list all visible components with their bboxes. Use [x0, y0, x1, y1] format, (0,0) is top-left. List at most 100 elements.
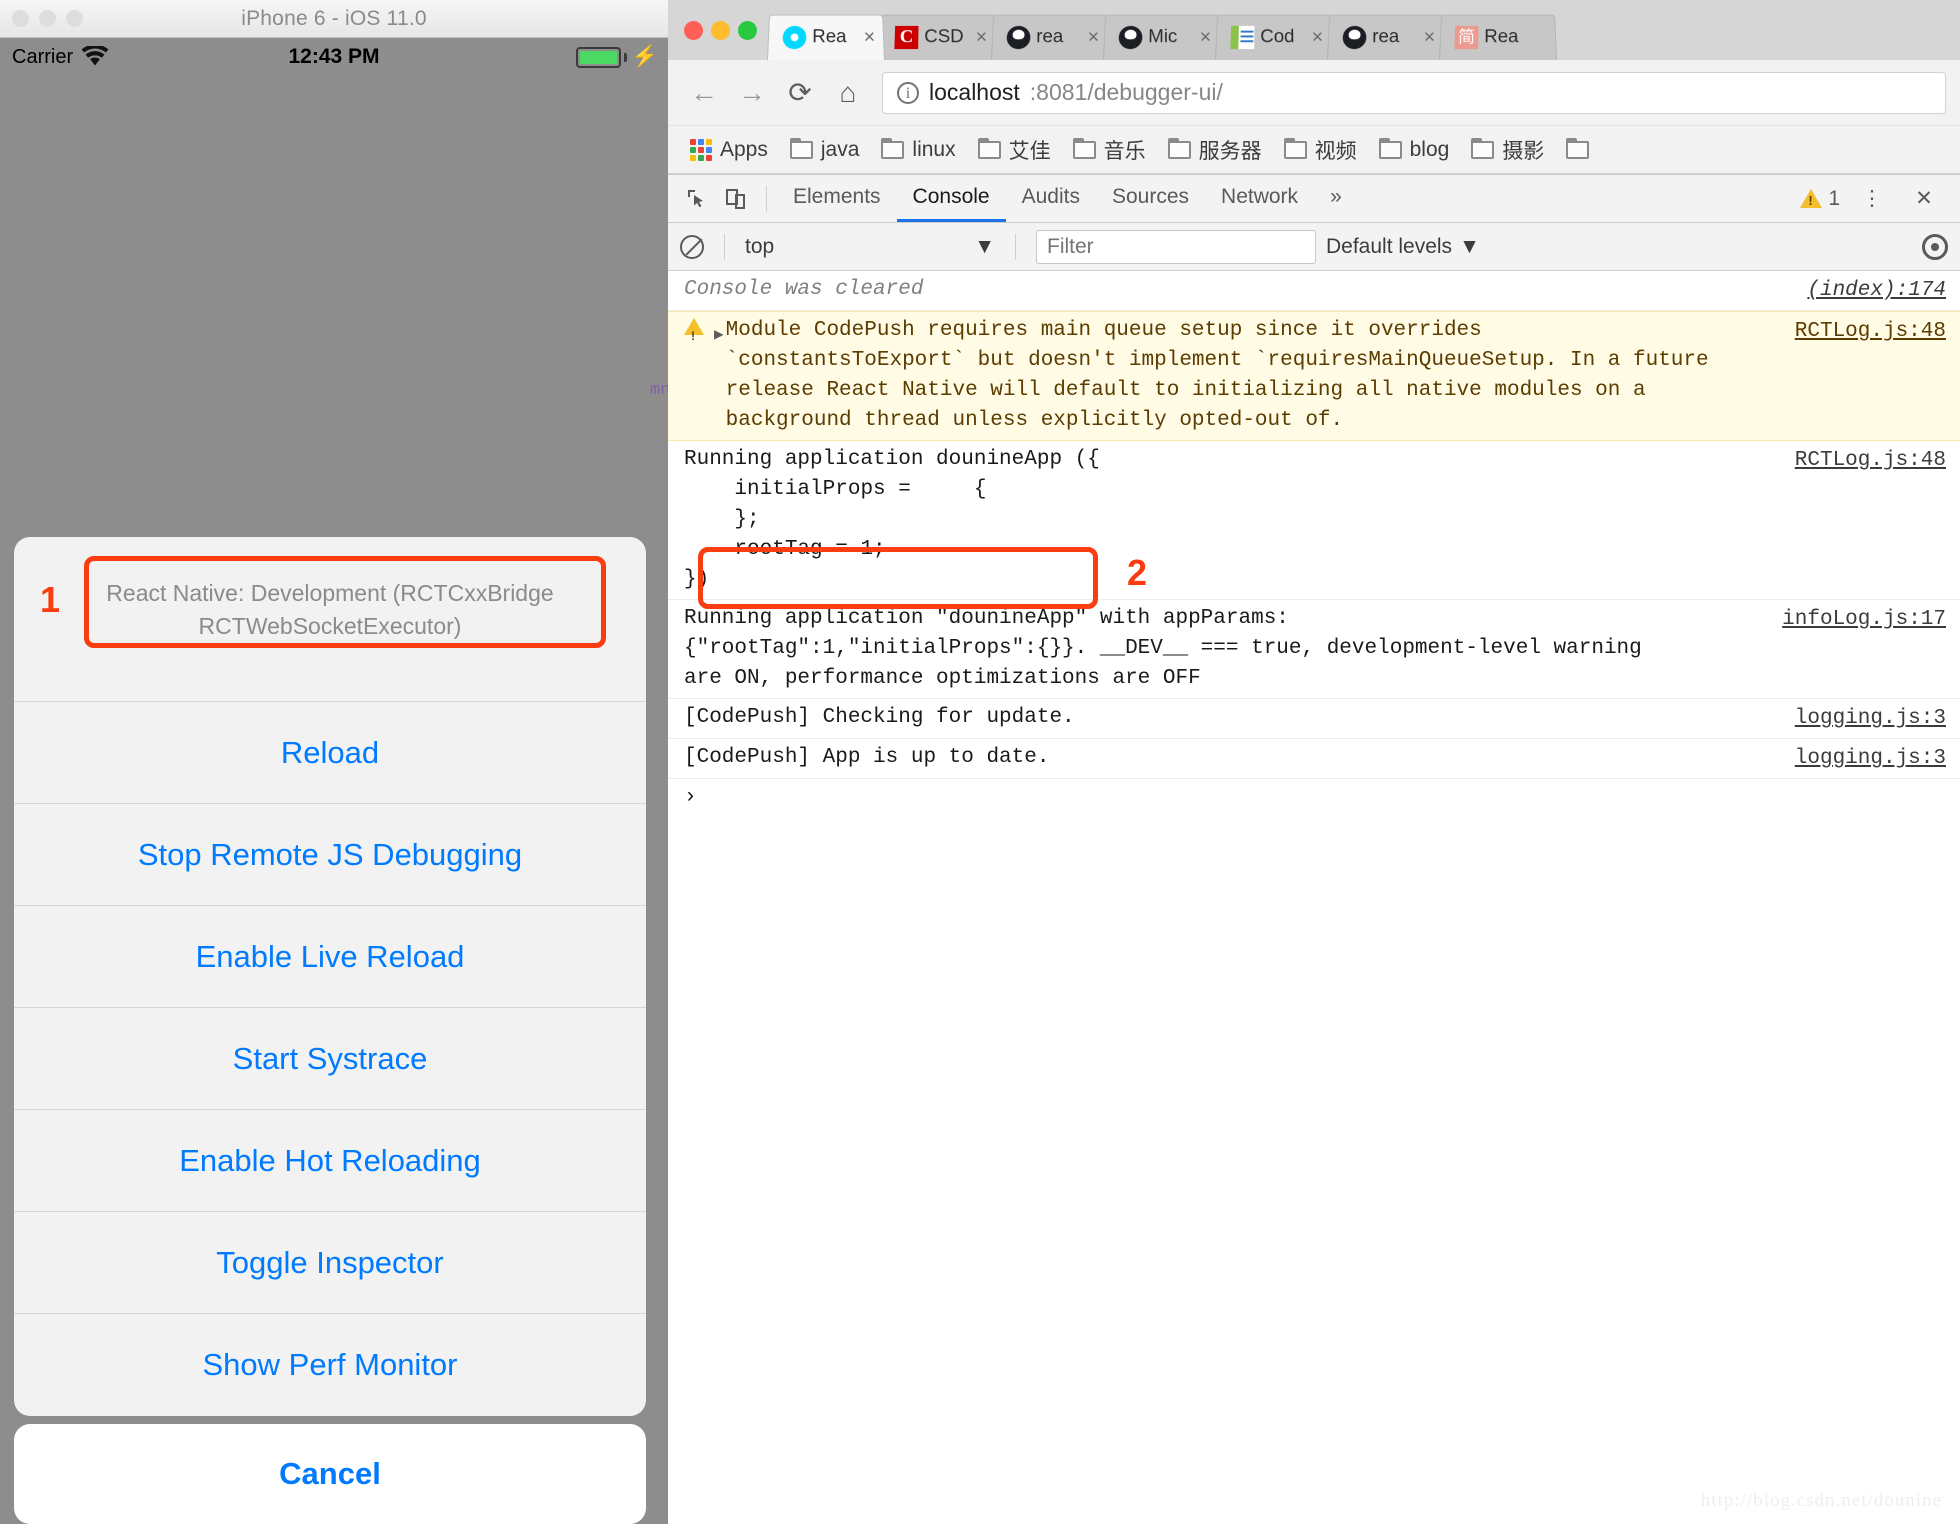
status-time: 12:43 PM [288, 45, 380, 68]
browser-tab-github-1[interactable]: rea × [991, 14, 1109, 61]
action-sheet-cancel-button[interactable]: Cancel [14, 1424, 646, 1524]
bookmark-photography[interactable]: 摄影 [1463, 131, 1552, 169]
warning-triangle-icon [1800, 189, 1823, 208]
browser-zoom-button[interactable] [738, 20, 757, 40]
home-button[interactable]: ⌂ [826, 71, 870, 115]
console-prompt[interactable]: › [668, 779, 1960, 817]
action-item-label: Show Perf Monitor [202, 1347, 458, 1382]
background-code-peek: mnsbtae;sidclwn [650, 381, 668, 400]
console-message: Running application dounineApp ({ initia… [684, 448, 1100, 591]
tab-close-icon[interactable]: × [1421, 26, 1435, 48]
github-icon [1342, 25, 1367, 50]
bookmark-label: 视频 [1314, 139, 1357, 163]
console-levels-selector[interactable]: Default levels ▼ [1326, 235, 1480, 259]
address-bar[interactable]: i localhost:8081/debugger-ui/ [882, 71, 1946, 114]
bookmarks-bar: Apps java linux 艾佳 音乐 服务器 视频 blog 摄影 [668, 126, 1960, 174]
devtools-tab-network[interactable]: Network [1205, 176, 1314, 222]
console-source-link[interactable]: RCTLog.js:48 [1795, 316, 1946, 347]
info-icon[interactable]: i [897, 81, 919, 104]
tab-title: CSD [924, 26, 964, 48]
bookmark-aijia[interactable]: 艾佳 [970, 131, 1059, 169]
console-context-value: top [745, 234, 775, 258]
bookmark-apps[interactable]: Apps [682, 134, 776, 166]
devtools-more-tabs-button[interactable]: » [1314, 176, 1358, 222]
tab-close-icon[interactable]: × [1197, 26, 1211, 48]
bookmark-overflow[interactable] [1558, 137, 1597, 163]
console-source-link[interactable]: infoLog.js:17 [1782, 604, 1946, 635]
github-icon [1006, 25, 1031, 50]
browser-minimize-button[interactable] [711, 20, 730, 40]
action-sheet-header: React Native: Development (RCTCxxBridge … [14, 537, 646, 702]
console-context-selector[interactable]: top ▼ [745, 235, 995, 259]
devtools-tab-elements[interactable]: Elements [777, 176, 897, 222]
bookmark-video[interactable]: 视频 [1276, 131, 1365, 169]
filter-divider-2 [1015, 233, 1016, 260]
browser-tab-react[interactable]: Rea × [767, 14, 885, 61]
browser-tab-code[interactable]: Cod × [1215, 14, 1333, 61]
console-filter-input[interactable] [1036, 229, 1316, 264]
action-sheet-item-reload[interactable]: Reload [14, 702, 646, 804]
action-sheet-item-toggle-inspector[interactable]: Toggle Inspector [14, 1212, 646, 1314]
forward-button[interactable]: → [730, 71, 774, 115]
tab-title: Cod [1260, 26, 1295, 48]
browser-close-button[interactable] [684, 20, 703, 40]
action-sheet-item-enable-live-reload[interactable]: Enable Live Reload [14, 906, 646, 1008]
bookmark-linux[interactable]: linux [873, 134, 963, 166]
expand-arrow-icon[interactable]: ▶ [714, 318, 724, 350]
console-source-link[interactable]: RCTLog.js:48 [1795, 445, 1946, 476]
reload-button[interactable]: ⟳ [778, 71, 822, 115]
bookmark-music[interactable]: 音乐 [1065, 131, 1154, 169]
bookmark-label: 服务器 [1198, 139, 1262, 163]
annotation-number-2: 2 [1127, 552, 1148, 593]
console-source-link[interactable]: logging.js:3 [1795, 743, 1946, 774]
bookmark-label: 音乐 [1103, 139, 1146, 163]
folder-icon [1378, 137, 1402, 159]
action-sheet-item-stop-remote-js-debugging[interactable]: Stop Remote JS Debugging [14, 804, 646, 906]
action-sheet-item-start-systrace[interactable]: Start Systrace [14, 1008, 646, 1110]
device-toolbar-icon[interactable] [716, 179, 756, 219]
console-output[interactable]: Console was cleared (index):174 ▶ Module… [668, 271, 1960, 1524]
tab-close-icon[interactable]: × [1085, 26, 1099, 48]
inspect-element-icon[interactable] [676, 179, 716, 219]
back-button[interactable]: ← [682, 71, 726, 115]
action-sheet-item-enable-hot-reloading[interactable]: Enable Hot Reloading [14, 1110, 646, 1212]
browser-tab-jianshu[interactable]: 简 Rea [1439, 14, 1557, 61]
close-icon[interactable]: ✕ [1904, 179, 1944, 219]
clear-console-icon[interactable] [680, 234, 704, 259]
console-source-link[interactable]: logging.js:3 [1795, 703, 1946, 734]
console-row-codepush-checking: [CodePush] Checking for update. logging.… [668, 699, 1960, 739]
bookmark-label: 摄影 [1502, 139, 1545, 163]
bookmark-label: linux [912, 137, 956, 161]
action-sheet-item-show-perf-monitor[interactable]: Show Perf Monitor [14, 1314, 646, 1416]
action-item-label: Start Systrace [232, 1040, 428, 1076]
warning-triangle-icon [684, 318, 704, 351]
devtools-tab-audits[interactable]: Audits [1006, 176, 1096, 222]
console-levels-label: Default levels [1326, 234, 1453, 258]
gear-icon[interactable] [1922, 233, 1948, 260]
devtools-tab-console[interactable]: Console [896, 176, 1006, 222]
browser-traffic-lights[interactable] [678, 0, 767, 60]
url-path: :8081/debugger-ui/ [1029, 79, 1223, 105]
tab-close-icon[interactable]: × [973, 26, 987, 48]
console-source-link[interactable]: (index):174 [1807, 275, 1946, 306]
devtools-tab-sources[interactable]: Sources [1096, 176, 1205, 222]
battery-icon [575, 46, 621, 68]
devtools-tab-bar: Elements Console Audits Sources Network … [668, 175, 1960, 223]
toolbar-divider [766, 185, 767, 212]
tab-close-icon[interactable]: × [861, 26, 875, 48]
bookmark-blog[interactable]: blog [1371, 134, 1458, 166]
browser-tab-csdn[interactable]: C CSD × [879, 14, 997, 61]
bookmark-java[interactable]: java [782, 134, 868, 166]
bookmark-label: java [820, 137, 860, 161]
lightning-bolt-icon: ⚡ [631, 45, 658, 68]
bookmark-server[interactable]: 服务器 [1160, 131, 1270, 169]
browser-tab-github-3[interactable]: rea × [1327, 14, 1445, 61]
tab-close-icon[interactable]: × [1309, 26, 1323, 48]
devtools-panel: Elements Console Audits Sources Network … [668, 174, 1960, 1524]
kebab-menu-icon[interactable]: ⋮ [1852, 179, 1892, 219]
watermark: http://blog.csdn.net/dounine [1700, 1490, 1942, 1511]
console-row-icons: ▶ [684, 316, 726, 351]
filter-divider [724, 233, 725, 260]
warning-count-badge[interactable]: 1 [1800, 187, 1840, 211]
browser-tab-github-2[interactable]: Mic × [1103, 14, 1221, 61]
